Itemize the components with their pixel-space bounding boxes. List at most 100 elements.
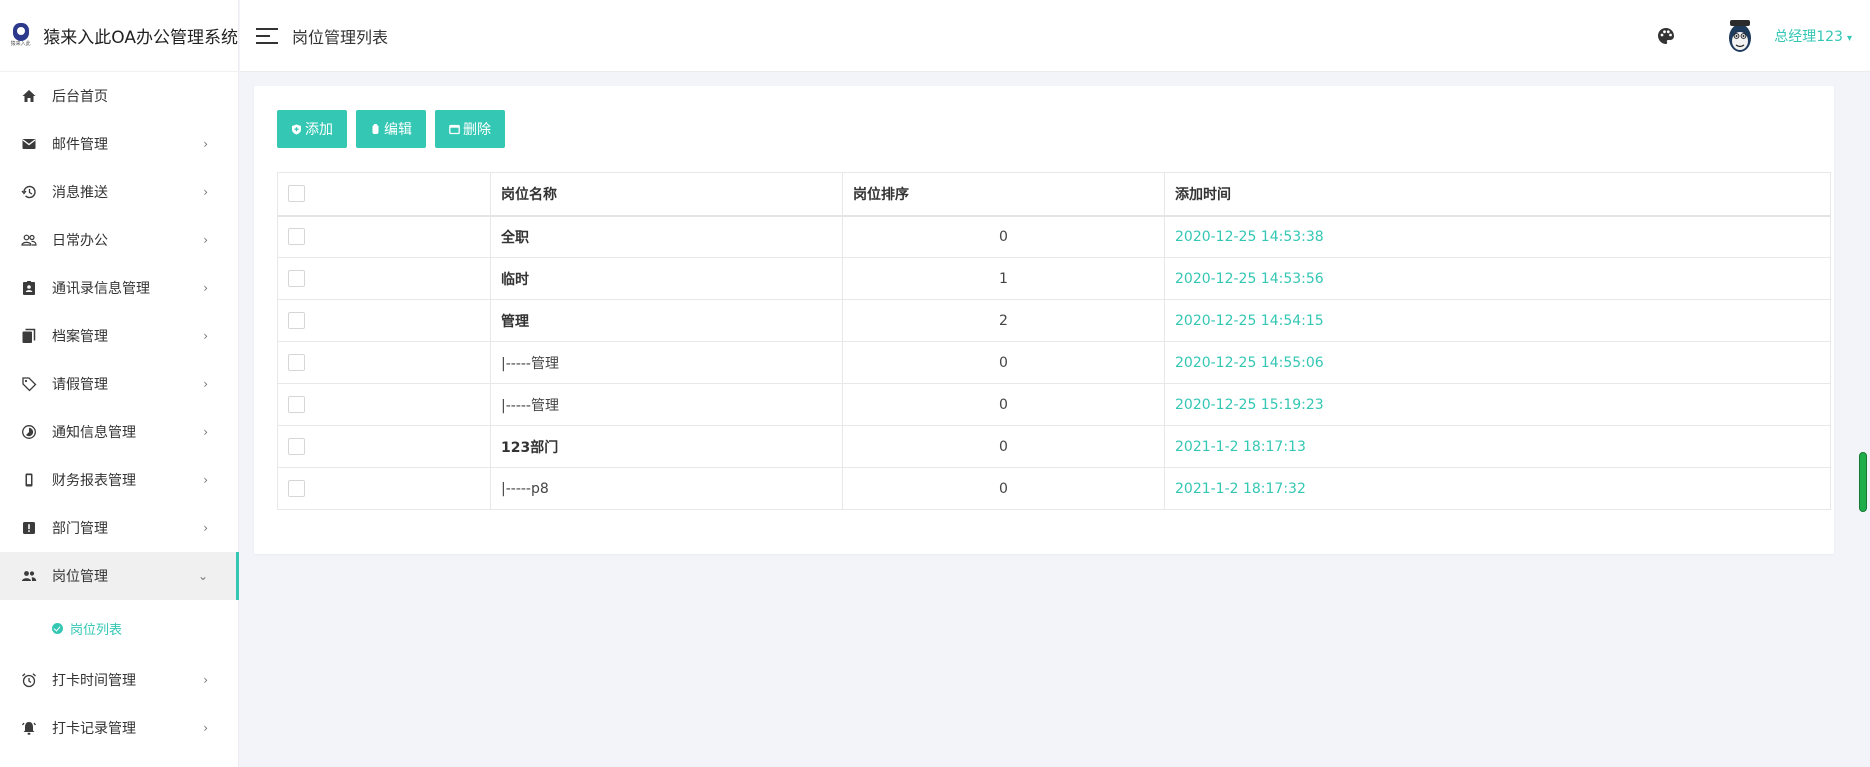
sidebar-item-label: 通知信息管理 [52, 425, 136, 441]
top-header: 岗位管理列表 总经理123 ▾ [240, 0, 1870, 72]
sidebar-item-label: 日常办公 [52, 233, 108, 249]
sidebar-item-label: 消息推送 [52, 185, 108, 201]
brand[interactable]: 猿来入此 猿来入此OA办公管理系统 [0, 0, 238, 72]
alert-box-icon [20, 519, 38, 537]
delete-button-label: 删除 [463, 121, 491, 137]
user-menu[interactable]: 总经理123 ▾ [1774, 26, 1852, 46]
user-name: 总经理123 [1774, 29, 1843, 45]
sidebar-item-departments[interactable]: 部门管理 › [0, 504, 238, 552]
row-check-cell [277, 299, 491, 342]
sidebar-item-label: 后台首页 [52, 89, 108, 105]
page-title: 岗位管理列表 [292, 27, 389, 47]
position-time: 2020-12-25 14:53:56 [1164, 257, 1831, 300]
menu-toggle-icon[interactable] [256, 27, 278, 44]
tag-icon [20, 375, 38, 393]
position-time: 2021-1-2 18:17:32 [1164, 467, 1831, 510]
sidebar-item-label: 打卡记录管理 [52, 721, 136, 737]
position-name: |-----管理 [490, 383, 843, 426]
table-row[interactable]: |-----管理 0 2020-12-25 14:55:06 [277, 341, 1831, 384]
sidebar-item-label: 档案管理 [52, 329, 108, 345]
row-checkbox[interactable] [288, 396, 305, 413]
sidebar-subitem-position-list[interactable]: 岗位列表 [0, 600, 238, 656]
caret-down-icon: ▾ [1846, 33, 1852, 44]
position-time: 2020-12-25 14:53:38 [1164, 215, 1831, 258]
sidebar-item-daily-office[interactable]: 日常办公 › [0, 216, 238, 264]
sidebar-item-leave[interactable]: 请假管理 › [0, 360, 238, 408]
table-row[interactable]: |-----p8 0 2021-1-2 18:17:32 [277, 467, 1831, 510]
sidebar-item-contacts[interactable]: 通讯录信息管理 › [0, 264, 238, 312]
position-name: 123部门 [490, 425, 843, 468]
sidebar-item-archives[interactable]: 档案管理 › [0, 312, 238, 360]
row-checkbox[interactable] [288, 228, 305, 246]
select-all-checkbox[interactable] [288, 185, 305, 203]
sidebar-item-clock-records[interactable]: 打卡记录管理 › [0, 704, 238, 752]
column-header-sort[interactable]: 岗位排序 [842, 172, 1165, 216]
sidebar-item-finance[interactable]: 财务报表管理 › [0, 456, 238, 504]
sidebar-item-mail[interactable]: 邮件管理 › [0, 120, 238, 168]
position-sort: 0 [842, 425, 1165, 468]
row-checkbox[interactable] [288, 312, 305, 329]
table-row[interactable]: 临时 1 2020-12-25 14:53:56 [277, 257, 1831, 300]
chevron-right-icon: › [203, 233, 208, 247]
column-header-name[interactable]: 岗位名称 [490, 172, 843, 216]
position-name: 管理 [490, 299, 843, 342]
position-sort: 0 [842, 383, 1165, 426]
sidebar-item-positions[interactable]: 岗位管理 ⌄ [0, 552, 239, 600]
position-sort: 0 [842, 341, 1165, 384]
position-time: 2020-12-25 14:55:06 [1164, 341, 1831, 384]
row-check-cell [277, 257, 491, 300]
delete-button[interactable]: 删除 [435, 110, 505, 148]
check-circle-icon [52, 622, 63, 634]
chevron-right-icon: › [203, 673, 208, 687]
row-checkbox[interactable] [288, 270, 305, 287]
row-checkbox[interactable] [288, 354, 305, 371]
window-icon [449, 124, 460, 135]
position-time: 2020-12-25 14:54:15 [1164, 299, 1831, 342]
bell-icon [20, 719, 38, 737]
position-time: 2021-1-2 18:17:13 [1164, 425, 1831, 468]
chevron-down-icon: ⌄ [197, 569, 208, 583]
sidebar-item-label: 通讯录信息管理 [52, 281, 150, 297]
table-row[interactable]: 123部门 0 2021-1-2 18:17:13 [277, 425, 1831, 468]
position-sort: 0 [842, 215, 1165, 258]
palette-icon[interactable] [1656, 26, 1676, 46]
chevron-right-icon: › [203, 281, 208, 295]
logo-caption: 猿来入此 [10, 41, 31, 47]
position-sort: 0 [842, 467, 1165, 510]
row-checkbox[interactable] [288, 480, 305, 497]
row-check-cell [277, 341, 491, 384]
alarm-icon [20, 671, 38, 689]
edit-button[interactable]: 编辑 [356, 110, 426, 148]
scrollbar-thumb[interactable] [1859, 452, 1867, 512]
edit-icon [370, 123, 381, 135]
toolbar: 添加 编辑 删除 [277, 110, 514, 148]
add-button[interactable]: 添加 [277, 110, 347, 148]
sidebar: 猿来入此 猿来入此OA办公管理系统 后台首页 邮件管理 › 消息推送 › 日常办… [0, 0, 239, 767]
contact-card-icon [20, 279, 38, 297]
timelapse-icon [20, 423, 38, 441]
table-row[interactable]: 管理 2 2020-12-25 14:54:15 [277, 299, 1831, 342]
position-time: 2020-12-25 15:19:23 [1164, 383, 1831, 426]
sidebar-item-home[interactable]: 后台首页 [0, 72, 238, 120]
chevron-right-icon: › [203, 329, 208, 343]
sidebar-item-messages[interactable]: 消息推送 › [0, 168, 238, 216]
avatar[interactable] [1724, 16, 1756, 56]
header-actions: 总经理123 ▾ [1656, 0, 1852, 72]
sidebar-item-label: 请假管理 [52, 377, 108, 393]
row-checkbox[interactable] [288, 438, 305, 455]
row-check-cell [277, 467, 491, 510]
position-sort: 1 [842, 257, 1165, 300]
home-icon [20, 87, 38, 105]
document-icon [20, 327, 38, 345]
logo: 猿来入此 [8, 22, 33, 50]
table-row[interactable]: 全职 0 2020-12-25 14:53:38 [277, 215, 1831, 258]
sidebar-item-label: 财务报表管理 [52, 473, 136, 489]
sidebar-item-clock-time[interactable]: 打卡时间管理 › [0, 656, 238, 704]
column-header-time[interactable]: 添加时间 [1164, 172, 1831, 216]
position-name: |-----p8 [490, 467, 843, 510]
shield-plus-icon [291, 124, 302, 135]
sidebar-item-notices[interactable]: 通知信息管理 › [0, 408, 238, 456]
position-name: |-----管理 [490, 341, 843, 384]
table-row[interactable]: |-----管理 0 2020-12-25 15:19:23 [277, 383, 1831, 426]
app-title: 猿来入此OA办公管理系统 [43, 28, 238, 48]
